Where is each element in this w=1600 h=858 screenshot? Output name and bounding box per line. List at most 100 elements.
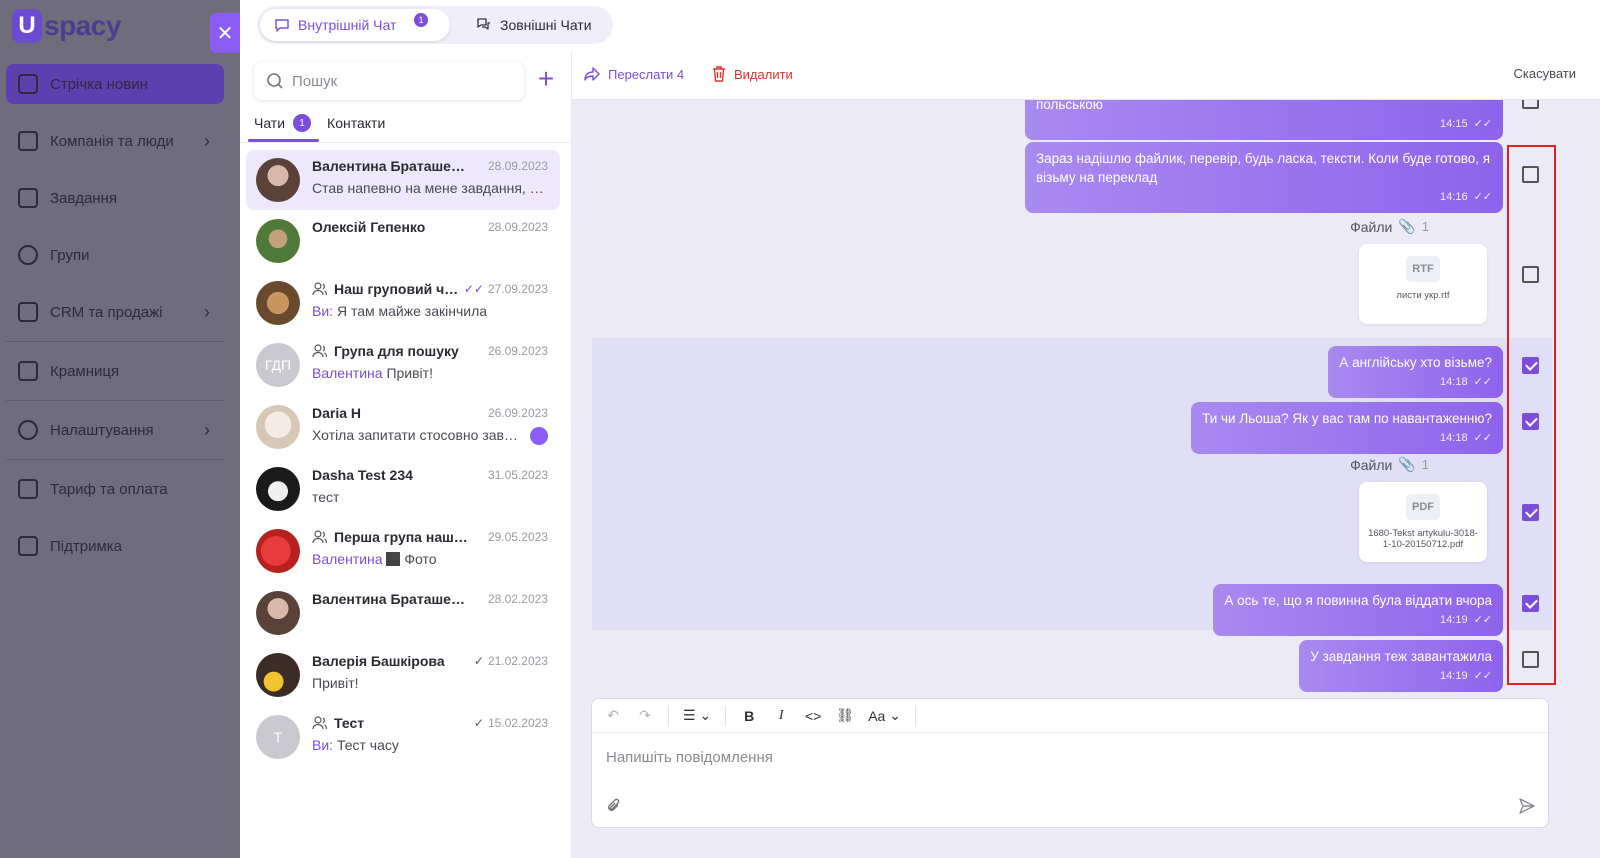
tab-internal-chat[interactable]: Внутрішній Чат 1 (260, 9, 450, 41)
avatar (256, 281, 300, 325)
chat-row[interactable]: Перша група нашог... 29.05.2023 Валентин… (246, 520, 560, 582)
unread-indicator (530, 427, 548, 445)
chat-row[interactable]: Валентина Браташевс... 28.02.2023 (246, 582, 560, 644)
sidebar-item-crm[interactable]: CRM та продажі › (6, 292, 224, 332)
chat-row[interactable]: Dasha Test 234 31.05.2023 тест (246, 458, 560, 520)
files-label-text: Файли (1350, 456, 1393, 473)
sidebar-item-company[interactable]: Компанія та люди › (6, 121, 224, 161)
message-input[interactable] (606, 749, 1506, 766)
home-icon (18, 74, 38, 94)
file-type-icon: RTF (1406, 256, 1440, 282)
message-time-text: 14:18 (1440, 432, 1468, 444)
sidebar-item-tasks[interactable]: Завдання (6, 178, 224, 218)
chat-date: ✓ 15.02.2023 (474, 716, 548, 730)
chat-date-text: 26.09.2023 (487, 406, 548, 420)
files-count: 1 (1421, 457, 1429, 472)
message-bubble[interactable]: А англійську хто візьме? 14:18 ✓✓ (1328, 346, 1503, 398)
gear-icon (18, 420, 38, 440)
file-attachment[interactable]: RTF листи укр.rtf (1359, 244, 1487, 324)
chevron-right-icon: › (204, 130, 210, 151)
check-icon: ✓ (473, 716, 484, 730)
sidebar-item-settings[interactable]: Налаштування › (6, 410, 224, 450)
chat-row[interactable]: Наш груповий ча... ✓✓ 27.09.2023 Ви: Я т… (246, 272, 560, 334)
paperclip-icon: 📎 (1398, 456, 1416, 472)
delete-button[interactable]: Видалити (712, 66, 793, 82)
file-attachment[interactable]: PDF 1680-Tekst artykulu-3018-1-10-201507… (1359, 482, 1487, 562)
code-icon[interactable]: <> (804, 706, 822, 726)
divider (6, 459, 224, 460)
chat-info: Dasha Test 234 31.05.2023 тест (312, 467, 548, 511)
message-bubble[interactable]: Ти чи Льоша? Як у вас там по навантаженн… (1191, 402, 1503, 454)
chat-date-text: 26.09.2023 (487, 344, 548, 358)
tab-label: Чати (254, 115, 286, 131)
sidebar-item-label: Стрічка новин (50, 75, 148, 93)
font-size-dropdown[interactable]: Aa ⌄ (868, 706, 901, 726)
check-icon: ✓ (473, 654, 484, 668)
message-bubble[interactable]: польською 14:15 ✓✓ (1025, 100, 1503, 140)
chat-area: Переслати 4 Видалити Скасувати польською… (572, 52, 1600, 858)
group-icon (312, 282, 327, 296)
tab-label: Контакти (327, 115, 386, 131)
forward-button[interactable]: Переслати 4 (584, 66, 684, 82)
chat-preview: Хотіла запитати стосовно завд... (312, 427, 522, 443)
tab-contacts[interactable]: Контакти (327, 108, 385, 138)
selection-action-bar: Переслати 4 Видалити Скасувати (572, 52, 1600, 100)
cancel-button[interactable]: Скасувати (1513, 66, 1576, 81)
message-select-checkbox[interactable] (1522, 100, 1539, 109)
chat-row[interactable]: Daria H 26.09.2023 Хотіла запитати стосо… (246, 396, 560, 458)
message-time: 14:18 ✓✓ (1202, 429, 1492, 448)
sidebar-item-billing[interactable]: Тариф та оплата (6, 469, 224, 509)
double-check-icon: ✓✓ (463, 282, 484, 296)
chat-date-text: 31.05.2023 (487, 468, 548, 482)
tab-chats[interactable]: Чати 1 (247, 108, 320, 142)
chat-row[interactable]: ГДП Група для пошуку 26.09.2023 Валентин… (246, 334, 560, 396)
chat-name: Валентина Браташевс... (312, 158, 472, 174)
message-bubble[interactable]: У завдання теж завантажила 14:19 ✓✓ (1299, 640, 1503, 692)
avatar (256, 219, 300, 263)
double-check-icon: ✓✓ (1473, 670, 1492, 682)
chat-row[interactable]: Олексій Гепенко 28.09.2023 (246, 210, 560, 272)
search-input[interactable] (292, 72, 512, 90)
chat-preview-text: Фото (404, 551, 437, 567)
message-time: 14:19 ✓✓ (1310, 667, 1492, 686)
tab-external-chats[interactable]: Зовнішні Чати (462, 9, 606, 41)
bold-button[interactable]: B (740, 706, 758, 726)
tab-count-badge: 1 (293, 114, 312, 132)
group-icon (312, 530, 327, 544)
chat-row[interactable]: Т Тест ✓ 15.02.2023 Ви: Тест часу (246, 706, 560, 768)
avatar (256, 591, 300, 635)
sidebar-item-label: CRM та продажі (50, 303, 163, 321)
link-icon[interactable]: ⛓ (836, 706, 854, 726)
forward-icon (584, 67, 600, 81)
message-time: 14:19 ✓✓ (1224, 611, 1492, 630)
align-dropdown[interactable]: ☰ ⌄ (683, 706, 711, 726)
chat-row[interactable]: Валентина Браташевс... 28.09.2023 Став н… (246, 150, 560, 210)
sidebar-item-label: Групи (50, 246, 90, 264)
send-button[interactable] (1518, 797, 1536, 820)
sidebar-item-support[interactable]: Підтримка (6, 526, 224, 566)
sidebar-item-store[interactable]: Крамниця (6, 351, 224, 391)
chat-preview: тест (312, 489, 340, 505)
undo-icon[interactable]: ↶ (604, 706, 622, 726)
sidebar-item-news-feed[interactable]: Стрічка новин (6, 64, 224, 104)
new-chat-button[interactable]: + (532, 65, 560, 94)
italic-button[interactable]: I (772, 706, 790, 726)
chat-name: Валентина Браташевс... (312, 591, 472, 607)
message-text: Зараз надішлю файлик, перевір, будь ласк… (1036, 151, 1491, 185)
attach-button[interactable] (606, 797, 622, 820)
chat-row[interactable]: Валерія Башкірова ✓ 21.02.2023 Привіт! (246, 644, 560, 706)
chat-info: Валентина Браташевс... 28.02.2023 (312, 591, 548, 635)
sidebar-item-groups[interactable]: Групи (6, 235, 224, 275)
chat-date: 29.05.2023 (488, 530, 548, 544)
double-check-icon: ✓✓ (1473, 376, 1492, 388)
redo-icon[interactable]: ↷ (636, 706, 654, 726)
close-panel-button[interactable]: ✕ (210, 13, 240, 53)
message-bubble[interactable]: Зараз надішлю файлик, перевір, будь ласк… (1025, 142, 1503, 213)
sidebar-item-label: Компанія та люди (50, 132, 174, 150)
photo-thumbnail-icon (386, 552, 401, 566)
chat-sender: Ви: (312, 303, 334, 319)
sidebar-item-label: Підтримка (50, 537, 123, 555)
avatar (256, 529, 300, 573)
message-bubble[interactable]: А ось те, що я повинна була віддати вчор… (1213, 584, 1503, 636)
chat-date: 26.09.2023 (488, 344, 548, 358)
